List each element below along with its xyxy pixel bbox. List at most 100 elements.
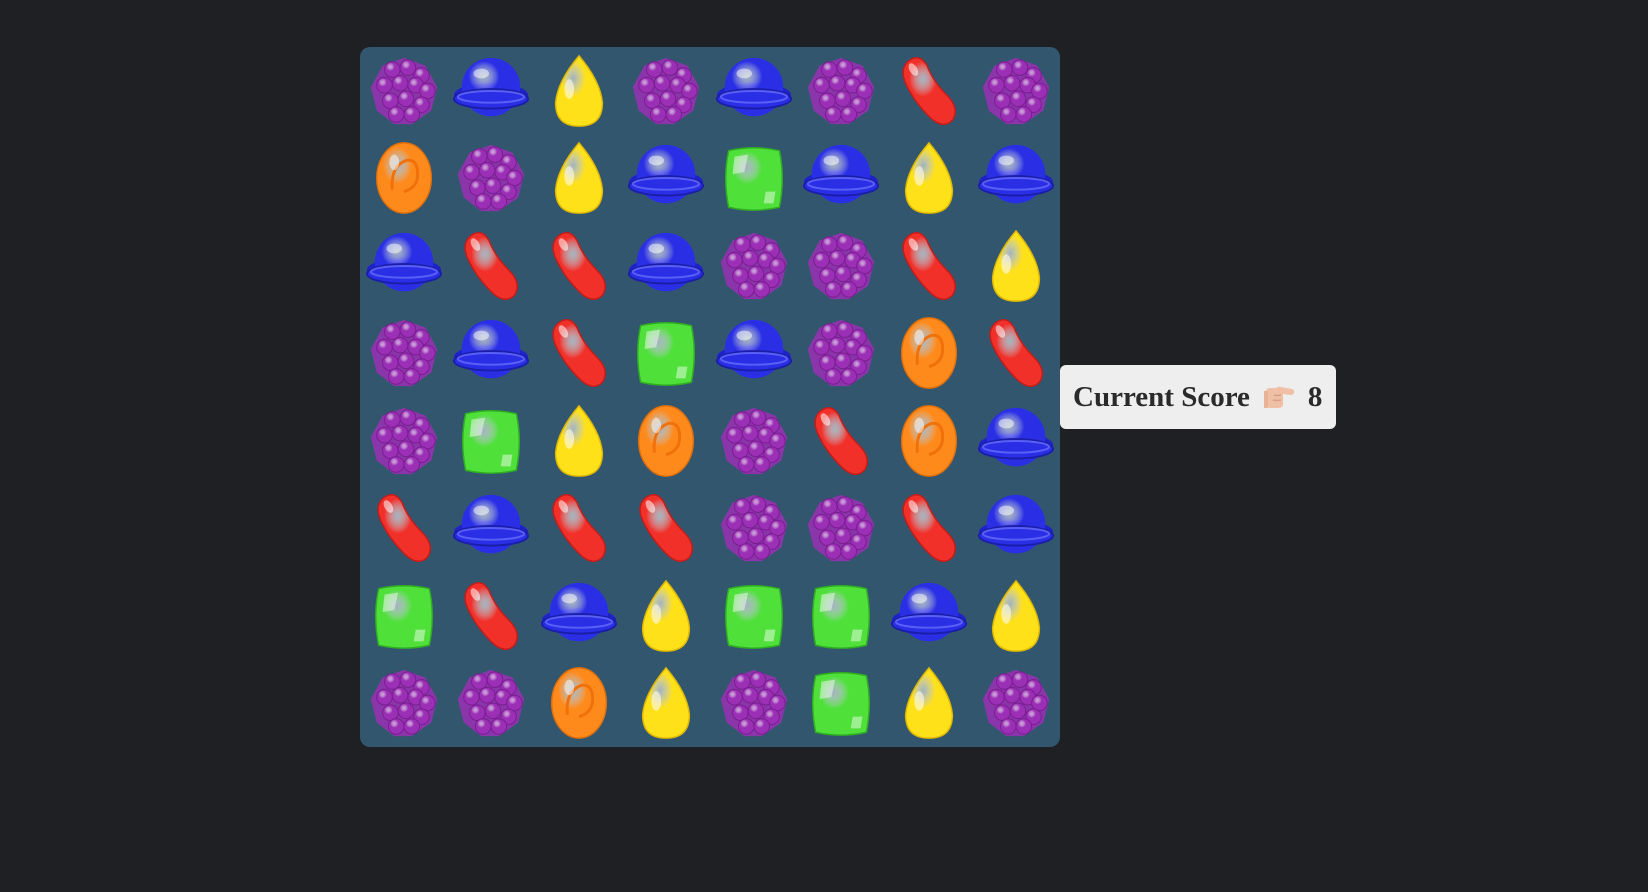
red-bean-candy-icon [627,489,705,567]
board-cell[interactable] [623,572,711,660]
yellow-drop-candy-icon [627,577,705,655]
board-cell[interactable] [710,222,798,310]
purple-cluster-candy-icon [715,227,793,305]
board-cell[interactable] [973,135,1061,223]
board-cell[interactable] [360,310,448,398]
blue-lollipop-candy-icon [452,489,530,567]
board-cell[interactable] [623,397,711,485]
blue-lollipop-candy-icon [715,314,793,392]
board-cell[interactable] [710,397,798,485]
board-cell[interactable] [448,660,536,748]
board-cell[interactable] [360,135,448,223]
board-cell[interactable] [360,660,448,748]
blue-lollipop-candy-icon [977,402,1055,480]
board-cell[interactable] [360,222,448,310]
board-cell[interactable] [623,47,711,135]
yellow-drop-candy-icon [890,664,968,742]
red-bean-candy-icon [890,489,968,567]
board-cell[interactable] [973,310,1061,398]
board-cell[interactable] [973,572,1061,660]
purple-cluster-candy-icon [715,664,793,742]
board-cell[interactable] [885,47,973,135]
board-cell[interactable] [448,397,536,485]
board-cell[interactable] [623,310,711,398]
board-cell[interactable] [798,397,886,485]
board-cell[interactable] [535,572,623,660]
purple-cluster-candy-icon [802,314,880,392]
board-cell[interactable] [360,572,448,660]
board-cell[interactable] [885,660,973,748]
board-cell[interactable] [885,572,973,660]
board-cell[interactable] [710,485,798,573]
board-cell[interactable] [535,222,623,310]
yellow-drop-candy-icon [627,664,705,742]
board-cell[interactable] [885,135,973,223]
board-cell[interactable] [798,222,886,310]
board-cell[interactable] [623,222,711,310]
board-cell[interactable] [623,135,711,223]
board-cell[interactable] [448,47,536,135]
yellow-drop-candy-icon [540,139,618,217]
board-cell[interactable] [535,660,623,748]
board-cell[interactable] [535,135,623,223]
red-bean-candy-icon [452,227,530,305]
yellow-drop-candy-icon [540,52,618,130]
board-cell[interactable] [448,310,536,398]
red-bean-candy-icon [890,52,968,130]
purple-cluster-candy-icon [977,664,1055,742]
board-cell[interactable] [973,397,1061,485]
board-cell[interactable] [360,485,448,573]
board-cell[interactable] [798,47,886,135]
board-cell[interactable] [710,310,798,398]
board-cell[interactable] [535,47,623,135]
board-cell[interactable] [623,485,711,573]
blue-lollipop-candy-icon [890,577,968,655]
board-cell[interactable] [973,47,1061,135]
board-cell[interactable] [885,222,973,310]
board-cell[interactable] [535,397,623,485]
board-cell[interactable] [710,47,798,135]
board-cell[interactable] [885,485,973,573]
board-cell[interactable] [448,572,536,660]
board-cell[interactable] [798,135,886,223]
blue-lollipop-candy-icon [452,314,530,392]
red-bean-candy-icon [452,577,530,655]
blue-lollipop-candy-icon [802,139,880,217]
board-cell[interactable] [448,222,536,310]
yellow-drop-candy-icon [890,139,968,217]
board-cell[interactable] [710,572,798,660]
board-cell[interactable] [973,222,1061,310]
board-cell[interactable] [710,135,798,223]
green-square-candy-icon [627,314,705,392]
board-cell[interactable] [710,660,798,748]
score-value: 8 [1307,380,1323,413]
green-square-candy-icon [715,139,793,217]
board-cell[interactable] [448,485,536,573]
board-cell[interactable] [798,310,886,398]
red-bean-candy-icon [540,489,618,567]
board-cell[interactable] [448,135,536,223]
board-cell[interactable] [885,397,973,485]
blue-lollipop-candy-icon [977,139,1055,217]
board-cell[interactable] [798,485,886,573]
green-square-candy-icon [715,577,793,655]
red-bean-candy-icon [890,227,968,305]
board-cell[interactable] [973,485,1061,573]
board-cell[interactable] [973,660,1061,748]
purple-cluster-candy-icon [802,52,880,130]
red-bean-candy-icon [540,227,618,305]
purple-cluster-candy-icon [452,664,530,742]
blue-lollipop-candy-icon [715,52,793,130]
blue-lollipop-candy-icon [540,577,618,655]
purple-cluster-candy-icon [365,402,443,480]
board-cell[interactable] [535,485,623,573]
board-cell[interactable] [360,47,448,135]
purple-cluster-candy-icon [365,664,443,742]
board-cell[interactable] [798,572,886,660]
board-cell[interactable] [885,310,973,398]
board-cell[interactable] [535,310,623,398]
board-cell[interactable] [623,660,711,748]
board-cell[interactable] [798,660,886,748]
green-square-candy-icon [802,664,880,742]
board-cell[interactable] [360,397,448,485]
